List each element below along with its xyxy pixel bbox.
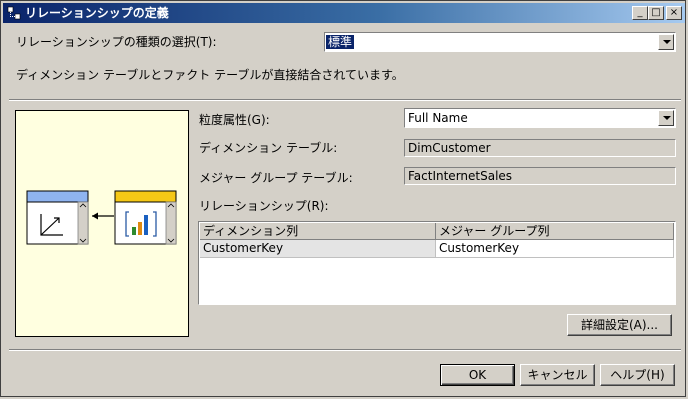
- granularity-label: 粒度属性(G):: [199, 113, 270, 127]
- chevron-down-icon[interactable]: [658, 34, 674, 50]
- relationship-label: リレーションシップ(R):: [199, 199, 329, 213]
- relationship-diagram: [15, 110, 189, 337]
- relationship-type-value: 標準: [326, 35, 355, 49]
- window-title: リレーションシップの定義: [25, 6, 169, 20]
- ok-button[interactable]: OK: [440, 364, 515, 386]
- dialog-icon: [7, 6, 21, 20]
- dimension-table-icon: [26, 190, 89, 245]
- description-text: ディメンション テーブルとファクト テーブルが直接結合されています。: [16, 68, 404, 82]
- table-row-measure-group-cell[interactable]: CustomerKey: [436, 240, 674, 258]
- maximize-button[interactable]: □: [648, 6, 664, 20]
- chevron-down-icon[interactable]: [658, 110, 674, 126]
- minimize-icon: _: [637, 7, 643, 18]
- relationship-type-label: リレーションシップの種類の選択(T):: [16, 35, 217, 49]
- minimize-button[interactable]: _: [632, 6, 648, 20]
- measure-group-table-label: メジャー グループ テーブル:: [199, 171, 353, 185]
- granularity-value: Full Name: [408, 111, 468, 125]
- maximize-icon: □: [651, 7, 661, 18]
- advanced-button[interactable]: 詳細設定(A)...: [567, 314, 672, 336]
- fact-table-icon: [114, 190, 177, 245]
- measure-group-table-value: FactInternetSales: [408, 169, 513, 183]
- dimension-table-field: DimCustomer: [404, 139, 676, 157]
- arrow-left-icon: [92, 212, 114, 220]
- close-button[interactable]: ×: [666, 6, 682, 20]
- dimension-table-label: ディメンション テーブル:: [199, 141, 338, 155]
- column-header-dimension[interactable]: ディメンション列: [200, 223, 436, 240]
- close-icon: ×: [669, 7, 679, 18]
- cancel-button[interactable]: キャンセル: [520, 364, 595, 386]
- measure-group-table-field: FactInternetSales: [404, 167, 676, 185]
- relationship-grid[interactable]: ディメンション列 メジャー グループ列 CustomerKey Customer…: [198, 221, 676, 305]
- top-divider: [9, 99, 681, 101]
- relationship-type-select[interactable]: 標準: [324, 32, 676, 52]
- relationship-dialog: リレーションシップの定義 _ □ × リレーションシップの種類の選択(T): 標…: [0, 0, 686, 397]
- dimension-table-value: DimCustomer: [408, 141, 491, 155]
- bottom-divider: [9, 349, 681, 351]
- column-header-measure-group[interactable]: メジャー グループ列: [436, 223, 674, 240]
- granularity-select[interactable]: Full Name: [404, 108, 676, 128]
- diagram-graphic: [26, 190, 177, 245]
- table-row-dimension-cell[interactable]: CustomerKey: [200, 240, 436, 258]
- title-bar[interactable]: リレーションシップの定義 _ □ ×: [3, 3, 685, 23]
- help-button[interactable]: ヘルプ(H): [600, 364, 675, 386]
